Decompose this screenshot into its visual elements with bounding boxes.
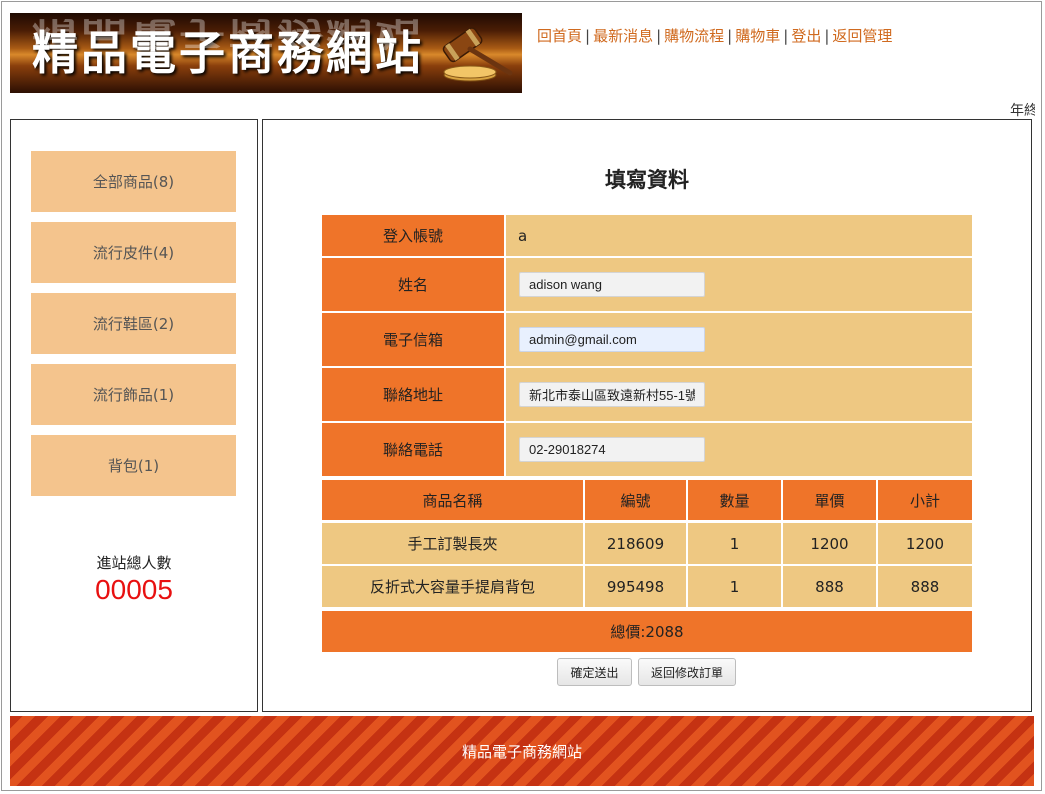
- phone-label: 聯絡電話: [322, 423, 504, 476]
- page-title: 填寫資料: [605, 168, 689, 192]
- account-label: 登入帳號: [322, 215, 504, 256]
- category-leather-goods[interactable]: 流行皮件(4): [31, 222, 236, 283]
- nav-logout-link[interactable]: 登出: [791, 27, 821, 45]
- order-header-product-name: 商品名稱: [322, 480, 583, 520]
- category-backpacks[interactable]: 背包(1): [31, 435, 236, 496]
- site-logo-banner[interactable]: 精品電子商務網站 精品電子商務網站: [10, 13, 522, 93]
- nav-shopping-flow-link[interactable]: 購物流程: [664, 27, 724, 45]
- order-header-quantity: 數量: [688, 480, 781, 520]
- email-field[interactable]: [519, 327, 705, 352]
- nav-separator: |: [727, 27, 733, 45]
- top-navigation: 回首頁 | 最新消息 | 購物流程 | 購物車 | 登出 | 返回管理: [537, 25, 892, 46]
- nav-admin-link[interactable]: 返回管理: [832, 27, 892, 45]
- name-field[interactable]: [519, 272, 705, 297]
- nav-separator: |: [585, 27, 591, 45]
- table-row-product-id: 995498: [585, 566, 686, 607]
- table-row-unit-price: 888: [783, 566, 876, 607]
- order-header-product-id: 編號: [585, 480, 686, 520]
- main-content: 填寫資料 登入帳號 a 姓名 電子信箱 聯絡地址 聯絡電話 商品名稱 編號 數量…: [262, 119, 1032, 712]
- category-all-products[interactable]: 全部商品(8): [31, 151, 236, 212]
- table-row-quantity: 1: [688, 566, 781, 607]
- table-row-subtotal: 1200: [878, 523, 972, 564]
- phone-field[interactable]: [519, 437, 705, 462]
- table-row-product-name: 反折式大容量手提肩背包: [322, 566, 583, 607]
- visitor-count-label: 進站總人數: [96, 554, 172, 572]
- nav-separator: |: [656, 27, 662, 45]
- nav-separator: |: [824, 27, 830, 45]
- order-header-subtotal: 小計: [878, 480, 972, 520]
- address-label: 聯絡地址: [322, 368, 504, 421]
- nav-cart-link[interactable]: 購物車: [735, 27, 780, 45]
- table-row-subtotal: 888: [878, 566, 972, 607]
- gavel-icon: [442, 27, 513, 82]
- marquee-text: 年終: [1010, 103, 1035, 119]
- name-label: 姓名: [322, 258, 504, 311]
- table-row-unit-price: 1200: [783, 523, 876, 564]
- back-edit-order-button[interactable]: 返回修改訂單: [638, 658, 736, 686]
- confirm-submit-button[interactable]: 確定送出: [557, 658, 632, 686]
- nav-separator: |: [783, 27, 789, 45]
- address-field[interactable]: [519, 382, 705, 407]
- footer-text: 精品電子商務網站: [461, 742, 582, 761]
- nav-home-link[interactable]: 回首頁: [537, 27, 582, 45]
- sidebar: 全部商品(8) 流行皮件(4) 流行鞋區(2) 流行飾品(1) 背包(1) 進站…: [10, 119, 258, 712]
- table-row-product-id: 218609: [585, 523, 686, 564]
- order-header-unit-price: 單價: [783, 480, 876, 520]
- table-row-quantity: 1: [688, 523, 781, 564]
- category-accessories[interactable]: 流行飾品(1): [31, 364, 236, 425]
- table-row-product-name: 手工訂製長夾: [322, 523, 583, 564]
- site-footer: 精品電子商務網站: [10, 716, 1034, 786]
- account-value: a: [506, 215, 972, 256]
- visitor-count-value: 00005: [95, 574, 173, 605]
- site-logo-reflection: 精品電子商務網站: [32, 14, 424, 53]
- email-label: 電子信箱: [322, 313, 504, 366]
- nav-news-link[interactable]: 最新消息: [593, 27, 653, 45]
- order-total: 總價:2088: [322, 611, 972, 652]
- category-shoes[interactable]: 流行鞋區(2): [31, 293, 236, 354]
